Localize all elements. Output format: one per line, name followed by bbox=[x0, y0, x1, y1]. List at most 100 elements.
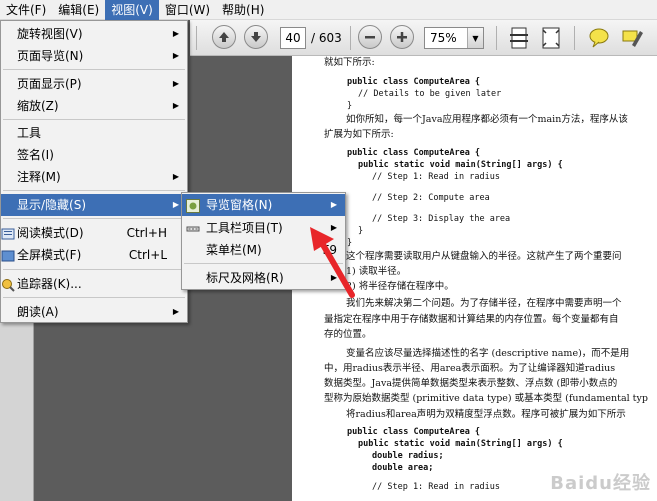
toolbar-items-icon bbox=[186, 221, 200, 235]
doc-line: 这个程序需要读取用户从键盘输入的半径。这就产生了两个重要问 bbox=[346, 251, 622, 262]
doc-code-line: // Step 3: Display the area bbox=[372, 214, 511, 224]
menu-item-label: 页面显示(P) bbox=[17, 77, 82, 91]
menu-divider bbox=[3, 119, 185, 120]
submenu-item-toolbar-items[interactable]: 工具栏项目(T) ▶ bbox=[182, 217, 345, 239]
menu-item-fullscreen[interactable]: 全屏模式(F) Ctrl+L bbox=[1, 244, 187, 266]
menu-divider bbox=[3, 69, 185, 70]
menu-item-label: 旋转视图(V) bbox=[17, 27, 83, 41]
menu-item-page-display[interactable]: 页面显示(P) ▶ bbox=[1, 73, 187, 95]
reading-mode-icon bbox=[1, 226, 15, 240]
toolbar-separator bbox=[196, 26, 197, 50]
menu-item-page-navigation[interactable]: 页面导览(N) ▶ bbox=[1, 45, 187, 67]
submenu-arrow-icon: ▶ bbox=[330, 200, 337, 209]
menu-item-reading-mode[interactable]: 阅读模式(D) Ctrl+H bbox=[1, 222, 187, 244]
show-hide-submenu: 导览窗格(N) ▶ 工具栏项目(T) ▶ 菜单栏(M) F9 标尺及网格(R) ▶ bbox=[181, 192, 346, 290]
menu-item-label: 全屏模式(F) bbox=[17, 248, 82, 262]
submenu-arrow-icon: ▶ bbox=[330, 223, 337, 232]
menu-item-label: 页面导览(N) bbox=[17, 49, 84, 63]
menu-item-label: 朗读(A) bbox=[17, 305, 59, 319]
fit-page-icon[interactable] bbox=[508, 25, 530, 51]
submenu-arrow-icon: ▶ bbox=[172, 79, 179, 88]
menu-item-comment[interactable]: 注释(M) ▶ bbox=[1, 166, 187, 188]
submenu-item-navigation-panes[interactable]: 导览窗格(N) ▶ bbox=[182, 194, 345, 216]
toolbar-separator bbox=[574, 26, 575, 50]
highlight-icon[interactable] bbox=[620, 25, 644, 51]
doc-code-line: } bbox=[347, 238, 353, 248]
menu-help[interactable]: 帮助(H) bbox=[216, 0, 270, 20]
navigation-pane-icon bbox=[186, 198, 200, 213]
menu-item-label: 缩放(Z) bbox=[17, 99, 59, 113]
doc-line: 就如下所示: bbox=[324, 57, 375, 68]
menu-edit[interactable]: 编辑(E) bbox=[52, 0, 105, 20]
menu-divider bbox=[3, 297, 185, 298]
doc-line: 量指定在程序中用于存储数据和计算结果的内存位置。每个变量都有自 bbox=[324, 314, 619, 325]
menu-item-label: 菜单栏(M) bbox=[206, 243, 262, 257]
doc-code-line: // Details to be given later bbox=[358, 89, 502, 99]
submenu-arrow-icon: ▶ bbox=[172, 101, 179, 110]
zoom-value: 75% bbox=[430, 31, 457, 45]
menu-file[interactable]: 文件(F) bbox=[0, 0, 52, 20]
menu-item-label: 阅读模式(D) bbox=[17, 226, 84, 240]
menu-item-label: 导览窗格(N) bbox=[206, 198, 273, 212]
menu-item-show-hide[interactable]: 显示/隐藏(S) ▶ bbox=[1, 194, 187, 216]
zoom-in-icon[interactable] bbox=[390, 25, 414, 49]
menu-item-label: 追踪器(K)... bbox=[17, 277, 82, 291]
page-number-input[interactable]: 40 bbox=[280, 27, 306, 49]
prev-page-icon[interactable] bbox=[212, 25, 236, 49]
menu-divider bbox=[3, 269, 185, 270]
toolbar-separator bbox=[350, 26, 351, 50]
doc-code-line: } bbox=[347, 101, 353, 111]
menu-window[interactable]: 窗口(W) bbox=[159, 0, 216, 20]
next-page-icon[interactable] bbox=[244, 25, 268, 49]
doc-line: 2) 将半径存储在程序中。 bbox=[346, 281, 454, 292]
menu-divider bbox=[184, 263, 343, 264]
tracker-icon bbox=[1, 277, 15, 292]
menu-item-tools[interactable]: 工具 bbox=[1, 122, 187, 144]
menu-item-label: 工具 bbox=[17, 126, 42, 140]
fullscreen-icon bbox=[1, 248, 15, 262]
menu-item-rotate-view[interactable]: 旋转视图(V) ▶ bbox=[1, 23, 187, 45]
doc-line: 如你所知，每一个Java应用程序都必须有一个main方法，程序从该 bbox=[346, 114, 628, 125]
menu-item-zoom[interactable]: 缩放(Z) ▶ bbox=[1, 95, 187, 117]
menu-item-sign[interactable]: 签名(I) bbox=[1, 144, 187, 166]
menu-item-label: 签名(I) bbox=[17, 148, 54, 162]
submenu-item-menu-bar[interactable]: 菜单栏(M) F9 bbox=[182, 239, 345, 261]
doc-code-line: } bbox=[358, 226, 364, 236]
fit-width-icon[interactable] bbox=[540, 25, 562, 51]
menu-divider bbox=[3, 190, 185, 191]
submenu-arrow-icon: ▶ bbox=[330, 273, 337, 282]
zoom-select[interactable]: 75% ▼ bbox=[424, 27, 484, 49]
menu-divider bbox=[3, 218, 185, 219]
document-page: 就如下所示: public class ComputeArea { // Det… bbox=[292, 56, 657, 501]
zoom-out-icon[interactable] bbox=[358, 25, 382, 49]
submenu-arrow-icon: ▶ bbox=[172, 29, 179, 38]
submenu-arrow-icon: ▶ bbox=[172, 51, 179, 60]
menu-bar: 文件(F) 编辑(E) 视图(V) 窗口(W) 帮助(H) bbox=[0, 0, 657, 20]
doc-line: 将radius和area声明为双精度型浮点数。程序可被扩展为如下所示 bbox=[346, 409, 626, 420]
doc-line: 中，用radius表示半径、用area表示面积。为了让编译器知道radius bbox=[324, 363, 616, 374]
watermark: Baidu经验 bbox=[550, 473, 651, 494]
doc-code-line: double area; bbox=[372, 463, 434, 473]
doc-line: 我们先来解决第二个问题。为了存储半径，在程序中需要声明一个 bbox=[346, 298, 622, 309]
shortcut-label: F9 bbox=[322, 243, 337, 257]
submenu-arrow-icon: ▶ bbox=[172, 200, 179, 209]
menu-item-label: 显示/隐藏(S) bbox=[17, 198, 87, 212]
toolbar-separator bbox=[496, 26, 497, 50]
chevron-down-icon[interactable]: ▼ bbox=[467, 28, 483, 48]
menu-item-label: 注释(M) bbox=[17, 170, 61, 184]
doc-line: 数据类型。Java提供简单数据类型来表示整数、浮点数 (即带小数点的 bbox=[324, 378, 618, 389]
menu-item-read-aloud[interactable]: 朗读(A) ▶ bbox=[1, 301, 187, 323]
comment-icon[interactable] bbox=[588, 25, 610, 51]
doc-line: 型称为原始数据类型 (primitive data type) 或基本类型 (f… bbox=[324, 393, 648, 404]
menu-view[interactable]: 视图(V) bbox=[105, 0, 159, 20]
menu-item-label: 工具栏项目(T) bbox=[206, 221, 283, 235]
shortcut-label: Ctrl+L bbox=[128, 248, 167, 262]
page-total: / 603 bbox=[311, 31, 342, 45]
submenu-item-rulers-grids[interactable]: 标尺及网格(R) ▶ bbox=[182, 267, 345, 289]
doc-code-line: // Step 2: Compute area bbox=[372, 193, 490, 203]
doc-line: 存的位置。 bbox=[324, 329, 372, 340]
submenu-arrow-icon: ▶ bbox=[172, 172, 179, 181]
doc-line: 变量名应该尽量选择描述性的名字 (descriptive name)，而不是用 bbox=[346, 348, 630, 359]
menu-item-tracker[interactable]: 追踪器(K)... bbox=[1, 273, 187, 295]
doc-code-line: // Step 1: Read in radius bbox=[372, 172, 500, 182]
